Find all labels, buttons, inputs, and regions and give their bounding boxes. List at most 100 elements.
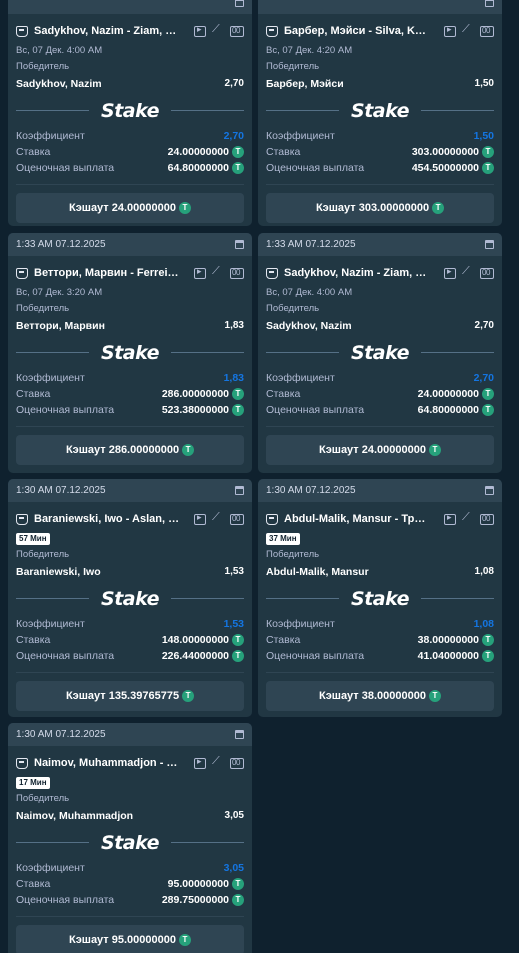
tether-icon: T (482, 388, 494, 400)
odds-row: Коэффициент 1,08 (266, 616, 494, 632)
live-stream-icon[interactable] (194, 756, 206, 769)
scoreboard-icon[interactable] (480, 25, 494, 37)
match-name[interactable]: Sadykhov, Nazim - Ziam, Far... (284, 267, 432, 279)
stats-icon[interactable] (462, 23, 474, 37)
bet-cards-grid: Sadykhov, Nazim - Ziam, Far... Вс, 07 Де… (0, 0, 519, 953)
card-header (258, 0, 502, 14)
match-name[interactable]: Abdul-Malik, Mansur - Троко... (284, 513, 432, 525)
match-name[interactable]: Baraniewski, Iwo - Aslan, Ibo (34, 513, 182, 525)
brand-divider: Stake (266, 93, 494, 128)
live-stream-icon[interactable] (194, 512, 206, 525)
match-row[interactable]: Naimov, Muhammadjon - Sa... (16, 752, 244, 774)
mma-glove-icon (16, 25, 28, 37)
calendar-icon[interactable] (235, 0, 244, 7)
live-minute-badge: 57 Мин (16, 533, 50, 545)
divider-line (170, 842, 244, 843)
odds-value: 1,50 (473, 130, 494, 142)
calendar-icon[interactable] (485, 240, 494, 249)
bet-card: 1:30 AM 07.12.2025 Naimov, Muhammadjon -… (8, 723, 252, 953)
cashout-button[interactable]: Кэшаут 38.00000000 T (266, 681, 494, 711)
cashout-button[interactable]: Кэшаут 135.39765775 T (16, 681, 244, 711)
payout-value: 64.80000000 (167, 162, 229, 174)
match-name[interactable]: Веттори, Марвин - Ferreira, ... (34, 267, 182, 279)
cashout-button[interactable]: Кэшаут 286.00000000 T (16, 435, 244, 465)
live-stream-icon[interactable] (444, 24, 456, 37)
stats-icon[interactable] (212, 265, 224, 279)
mma-glove-icon (266, 513, 278, 525)
payout-row: Оценочная выплата 64.80000000 T (16, 160, 244, 176)
tether-icon: T (429, 690, 441, 702)
match-row[interactable]: Abdul-Malik, Mansur - Троко... (266, 508, 494, 530)
match-row[interactable]: Барбер, Мэйси - Silva, Karine (266, 20, 494, 42)
live-stream-icon[interactable] (444, 266, 456, 279)
live-stream-icon[interactable] (194, 266, 206, 279)
tether-icon: T (182, 690, 195, 702)
card-header: 1:33 AM 07.12.2025 (8, 233, 252, 256)
calendar-icon[interactable] (235, 486, 244, 495)
stake-logo: Stake (101, 341, 159, 364)
stats-icon[interactable] (462, 511, 474, 525)
divider-line (420, 352, 494, 353)
live-stream-icon[interactable] (194, 24, 206, 37)
stake-value: 286.00000000 (161, 388, 229, 400)
tether-icon: T (482, 146, 494, 158)
payout-value: 523.38000000 (161, 404, 229, 416)
stake-row: Ставка 303.00000000 T (266, 144, 494, 160)
stats-icon[interactable] (212, 23, 224, 37)
payout-label: Оценочная выплата (16, 650, 115, 662)
scoreboard-icon[interactable] (230, 267, 244, 279)
divider-line (16, 110, 90, 111)
tether-icon: T (232, 388, 244, 400)
tether-icon: T (232, 634, 244, 646)
scoreboard-icon[interactable] (480, 267, 494, 279)
card-header: 1:33 AM 07.12.2025 (258, 233, 502, 256)
tether-icon: T (432, 202, 445, 214)
calendar-icon[interactable] (235, 240, 244, 249)
stake-label: Ставка (16, 878, 51, 890)
match-name[interactable]: Naimov, Muhammadjon - Sa... (34, 757, 182, 769)
scoreboard-icon[interactable] (480, 513, 494, 525)
match-row[interactable]: Веттори, Марвин - Ferreira, ... (16, 262, 244, 284)
divider-line (170, 598, 244, 599)
match-row[interactable]: Sadykhov, Nazim - Ziam, Far... (16, 20, 244, 42)
stake-logo: Stake (101, 587, 159, 610)
match-row[interactable]: Sadykhov, Nazim - Ziam, Far... (266, 262, 494, 284)
market-name: Победитель (266, 303, 320, 314)
bet-card: 1:33 AM 07.12.2025 Веттори, Марвин - Fer… (8, 233, 252, 473)
stats-icon[interactable] (212, 511, 224, 525)
calendar-icon[interactable] (485, 486, 494, 495)
outcome-row: Baraniewski, Iwo 1,53 (16, 563, 244, 581)
cashout-button[interactable]: Кэшаут 95.00000000 T (16, 925, 244, 953)
match-name[interactable]: Барбер, Мэйси - Silva, Karine (284, 25, 432, 37)
stake-row: Ставка 95.00000000 T (16, 876, 244, 892)
cashout-label: Кэшаут 24.00000000 (68, 202, 176, 214)
scoreboard-icon[interactable] (230, 25, 244, 37)
match-name[interactable]: Sadykhov, Nazim - Ziam, Far... (34, 25, 182, 37)
odds-label: Коэффициент (16, 862, 85, 874)
odds-row: Коэффициент 1,53 (16, 616, 244, 632)
odds-label: Коэффициент (16, 130, 85, 142)
event-date: Вс, 07 Дек. 3:20 AM (16, 287, 103, 298)
scoreboard-icon[interactable] (230, 513, 244, 525)
tether-icon: T (232, 650, 244, 662)
stats-icon[interactable] (212, 755, 224, 769)
payout-label: Оценочная выплата (16, 894, 115, 906)
cashout-button[interactable]: Кэшаут 24.00000000 T (16, 193, 244, 223)
divider-line (266, 598, 340, 599)
bet-card: Барбер, Мэйси - Silva, Karine Вс, 07 Дек… (258, 0, 502, 226)
match-row[interactable]: Baraniewski, Iwo - Aslan, Ibo (16, 508, 244, 530)
cashout-button[interactable]: Кэшаут 303.00000000 T (266, 193, 494, 223)
cashout-label: Кэшаут 38.00000000 (318, 690, 426, 702)
cashout-button[interactable]: Кэшаут 24.00000000 T (266, 435, 494, 465)
calendar-icon[interactable] (485, 0, 494, 7)
stats-icon[interactable] (462, 265, 474, 279)
outcome-name: Sadykhov, Nazim (16, 78, 102, 90)
scoreboard-icon[interactable] (230, 757, 244, 769)
stake-value: 24.00000000 (167, 146, 229, 158)
calendar-icon[interactable] (235, 730, 244, 739)
odds-value: 1,08 (473, 618, 494, 630)
divider-line (16, 842, 90, 843)
payout-label: Оценочная выплата (16, 162, 115, 174)
live-stream-icon[interactable] (444, 512, 456, 525)
odds-label: Коэффициент (16, 372, 85, 384)
